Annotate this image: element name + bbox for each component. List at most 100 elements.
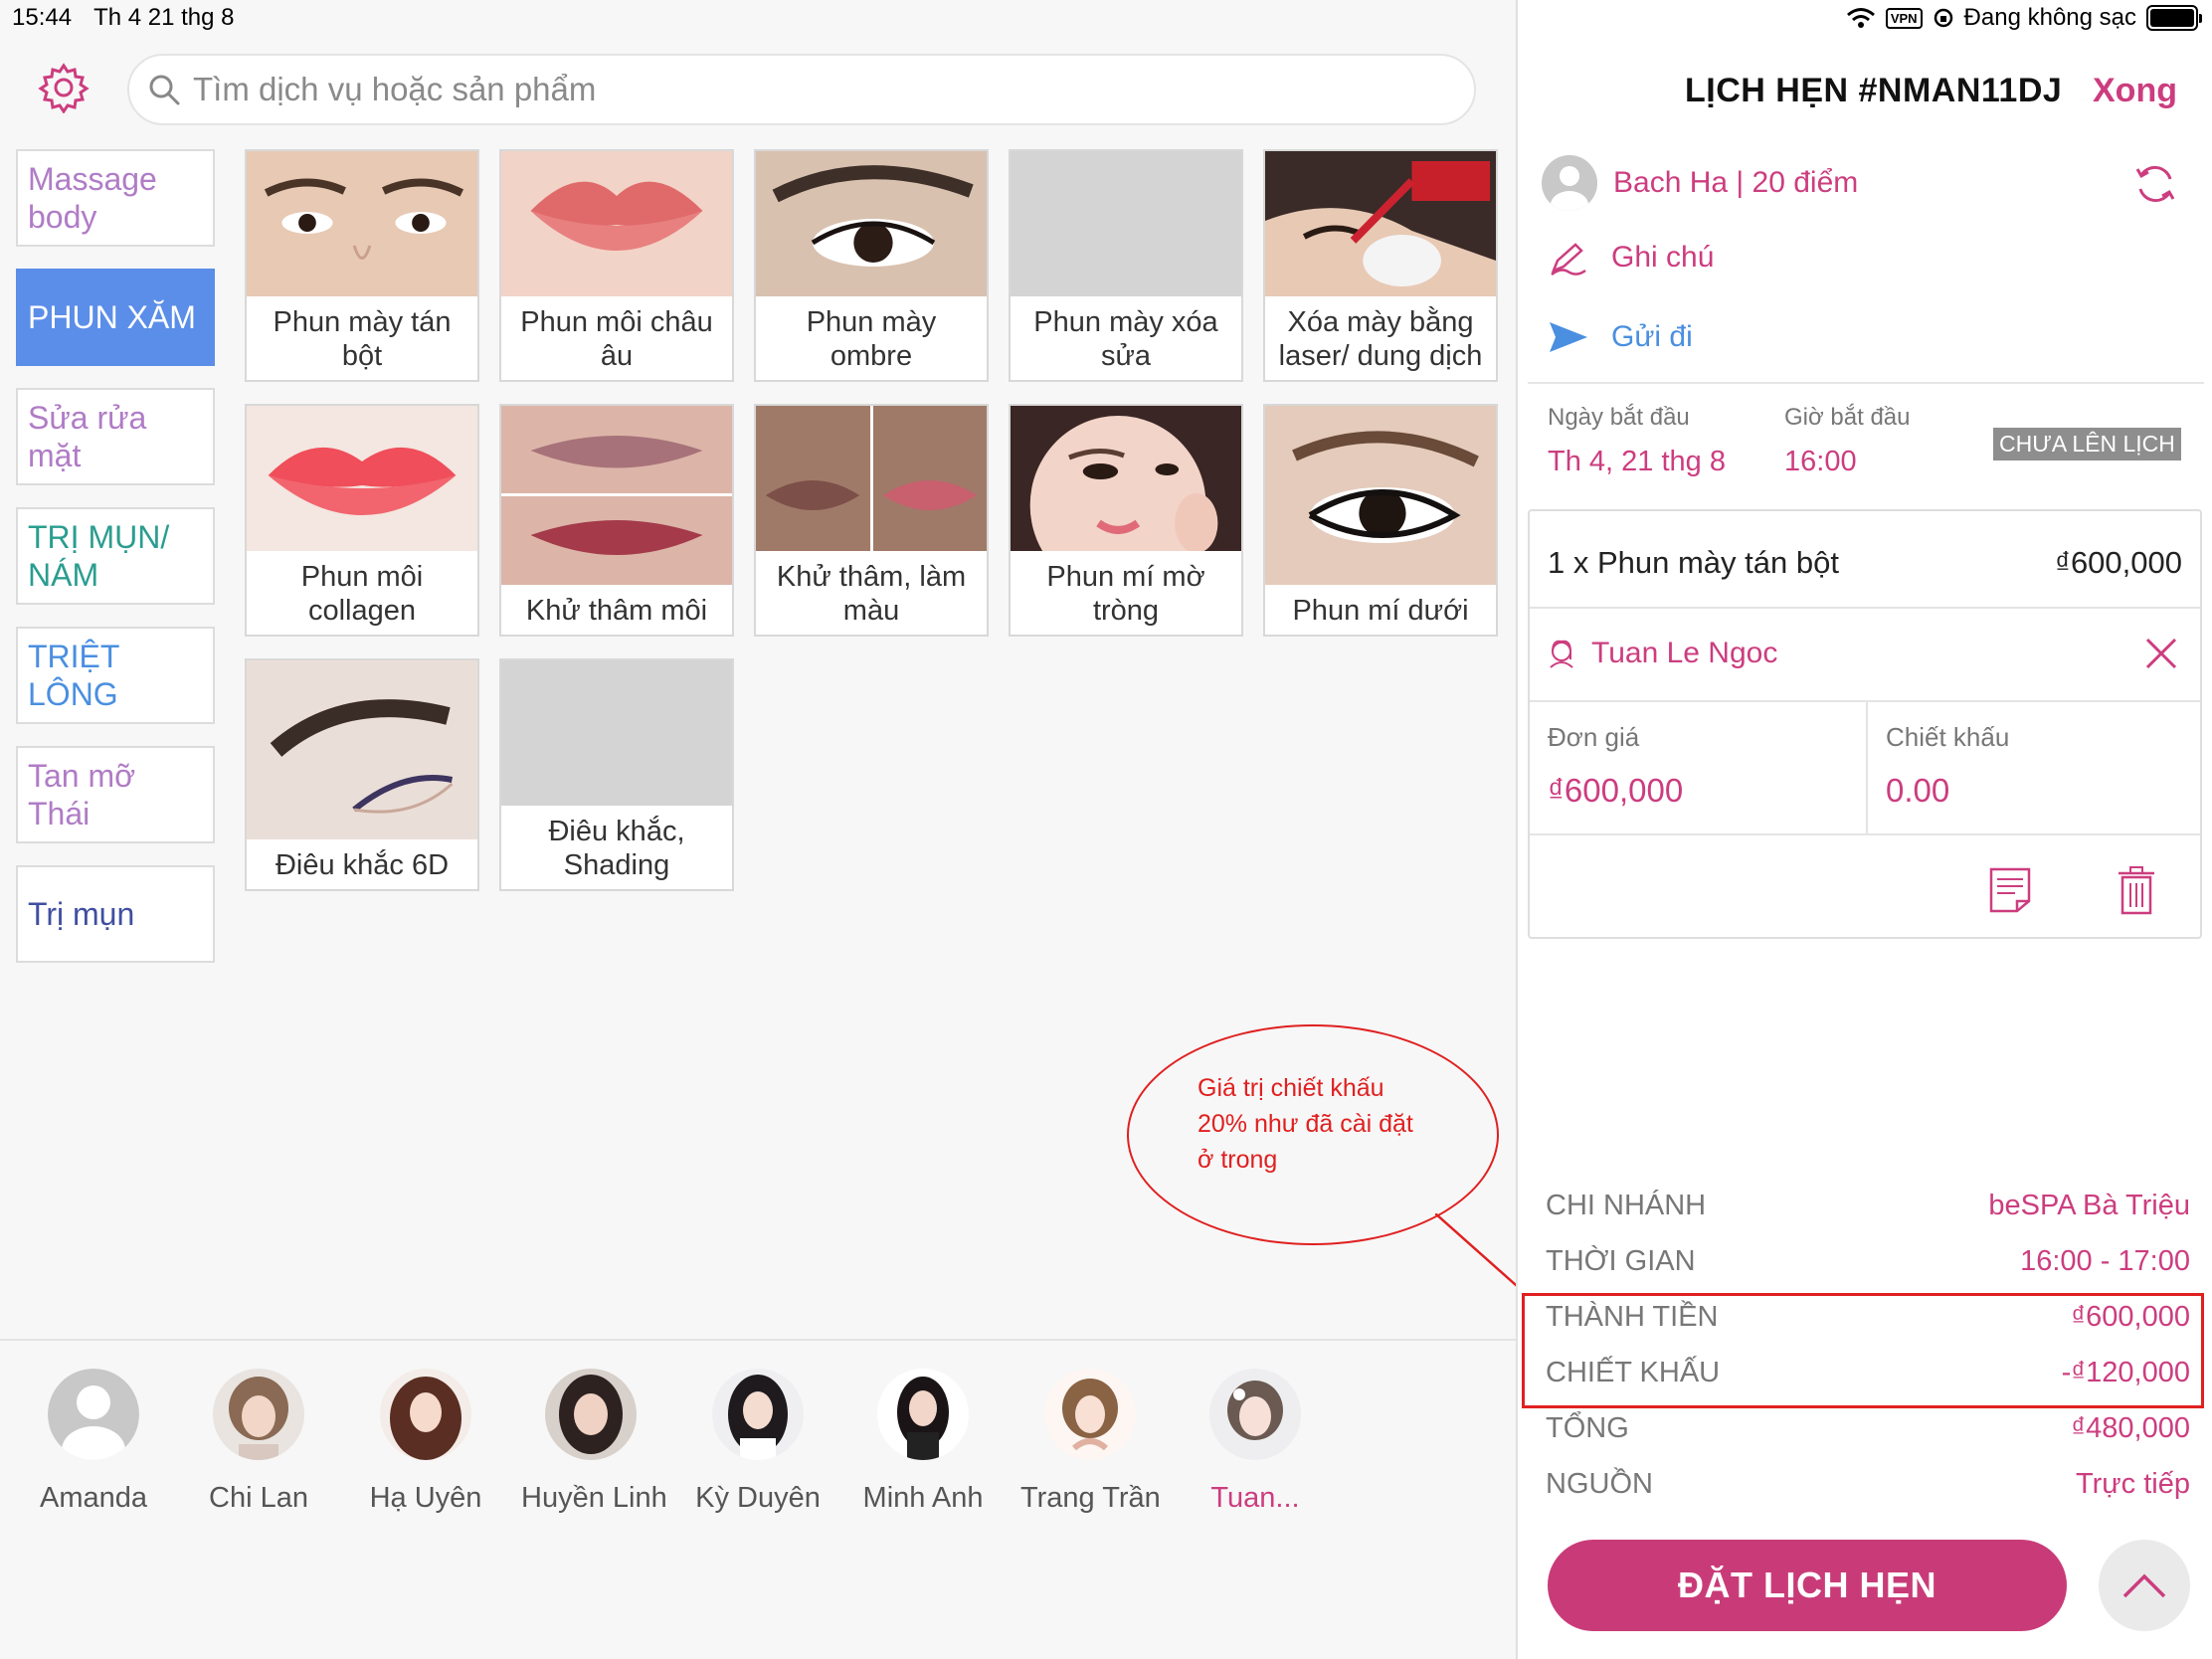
- category-tan-mo-thai[interactable]: Tan mỡ Thái: [16, 746, 215, 843]
- summary-value[interactable]: beSPA Bà Triệu: [1988, 1190, 2190, 1222]
- done-button[interactable]: Xong: [2093, 72, 2177, 110]
- annotation-text: Giá trị chiết khấu 20% như đã cài đặt ở …: [1198, 1070, 1413, 1178]
- service-tile-phun-may-tan-bot[interactable]: Phun mày tán bột: [245, 149, 479, 382]
- staff-ha-uyen[interactable]: Hạ Uyên: [356, 1369, 495, 1515]
- status-time: 15:44: [12, 4, 73, 31]
- summary-time: THỜI GIAN 16:00 - 17:00: [1546, 1245, 2190, 1278]
- category-label: Trị mụn: [28, 896, 135, 932]
- note-row[interactable]: Ghi chú: [1548, 237, 1714, 278]
- close-icon[interactable]: [2142, 635, 2180, 672]
- gear-icon[interactable]: [38, 62, 90, 113]
- service-tile-phun-moi-collagen[interactable]: Phun môi collagen: [245, 404, 479, 637]
- staff-name: Hạ Uyên: [369, 1482, 482, 1514]
- staff-huyen-linh[interactable]: Huyền Linh: [521, 1369, 667, 1515]
- category-label: TRIỆT LÔNG: [28, 639, 119, 712]
- status-date: Th 4 21 thg 8: [93, 4, 235, 31]
- charging-status: Đang không sạc: [1963, 4, 2136, 31]
- avatar: [1044, 1369, 1136, 1460]
- avatar: [545, 1369, 637, 1460]
- category-label: Sửa rửa mặt: [28, 400, 147, 473]
- staff-ky-duyen[interactable]: Kỳ Duyên: [688, 1369, 828, 1515]
- avatar: [1209, 1369, 1301, 1460]
- summary-value: 16:00 - 17:00: [2020, 1245, 2190, 1277]
- category-label: Massage body: [28, 161, 157, 235]
- category-label: TRỊ MỤN/ NÁM: [28, 519, 170, 593]
- service-tile-khu-tham-moi[interactable]: Khử thâm môi: [499, 404, 734, 637]
- vpn-badge: VPN: [1885, 7, 1923, 29]
- customer-row[interactable]: Bach Ha | 20 điểm: [1542, 155, 1858, 211]
- service-tile-dieu-khac-shading[interactable]: Điêu khắc, Shading: [499, 658, 734, 891]
- category-triet-long[interactable]: TRIỆT LÔNG: [16, 627, 215, 724]
- service-tile-khu-tham-lam-mau[interactable]: Khử thâm, làm màu: [754, 404, 989, 637]
- eye-photo-icon: [756, 151, 987, 296]
- service-label: Phun mày tán bột: [273, 306, 452, 372]
- divider: [1528, 382, 2204, 384]
- service-item-card: 1 x Phun mày tán bột ₫600,000 Tuan Le Ng…: [1528, 509, 2202, 939]
- send-row[interactable]: Gửi đi: [1548, 316, 1693, 358]
- divider: [1530, 833, 2200, 835]
- sync-icon[interactable]: [2132, 161, 2178, 207]
- expand-button[interactable]: [2099, 1540, 2190, 1631]
- staff-name: Minh Anh: [862, 1482, 984, 1514]
- book-appointment-button[interactable]: ĐẶT LỊCH HẸN: [1548, 1540, 2067, 1631]
- no-photo-icon: [501, 660, 732, 806]
- service-label: Phun môi châu âu: [520, 306, 713, 372]
- battery-icon: [2146, 5, 2202, 31]
- item-service-name: 1 x Phun mày tán bột: [1548, 545, 1839, 580]
- service-label: Khử thâm, làm màu: [776, 561, 967, 627]
- staff-tuan[interactable]: Tuan...: [1186, 1369, 1325, 1515]
- wifi-icon: [1846, 8, 1875, 28]
- trash-icon[interactable]: [2117, 865, 2156, 915]
- category-sua-rua-mat[interactable]: Sửa rửa mặt: [16, 388, 215, 485]
- summary-value[interactable]: Trực tiếp: [2076, 1468, 2190, 1501]
- category-tri-mun[interactable]: Trị mụn: [16, 865, 215, 963]
- service-tile-phun-may-ombre[interactable]: Phun mày ombre: [754, 149, 989, 382]
- lips-photo-icon: [501, 151, 732, 296]
- service-tile-phun-moi-chau-au[interactable]: Phun môi châu âu: [499, 149, 734, 382]
- avatar: [213, 1369, 304, 1460]
- technician-name: Tuan Le Ngoc: [1591, 637, 1778, 669]
- service-tile-dieu-khac-6d[interactable]: Điêu khắc 6D: [245, 658, 479, 891]
- category-massage-body[interactable]: Massage body: [16, 149, 215, 247]
- annotation-line: 20% như đã cài đặt: [1198, 1110, 1413, 1138]
- send-icon: [1550, 322, 1587, 352]
- appointment-pane: VPN Đang không sạc LỊCH HẸN #NMAN11DJ Xo…: [1516, 0, 2212, 1659]
- appointment-title: LỊCH HẸN #NMAN11DJ: [1685, 72, 2063, 109]
- search-input[interactable]: [193, 71, 1386, 108]
- avatar: [712, 1369, 804, 1460]
- status-badge: CHƯA LÊN LỊCH: [1993, 428, 2181, 461]
- start-date-label: Ngày bắt đầu: [1548, 404, 1690, 431]
- staff-amanda[interactable]: Amanda: [24, 1369, 163, 1515]
- discount-value[interactable]: 0.00: [1886, 772, 1949, 810]
- service-label: Phun mí mờ tròng: [1046, 561, 1205, 627]
- service-tile-phun-mi-mo-trong[interactable]: Phun mí mờ tròng: [1009, 404, 1243, 637]
- service-label: Điêu khắc, Shading: [548, 816, 685, 881]
- service-tile-xoa-may-laser[interactable]: Xóa mày bằng laser/ dung dịch: [1263, 149, 1498, 382]
- service-tile-phun-mi-duoi[interactable]: Phun mí dưới: [1263, 404, 1498, 637]
- no-photo-icon: [1011, 151, 1241, 296]
- avatar: [380, 1369, 471, 1460]
- note-icon[interactable]: [1987, 865, 2033, 915]
- summary-source: NGUỒN Trực tiếp: [1546, 1468, 2190, 1501]
- start-date-value[interactable]: Th 4, 21 thg 8: [1548, 446, 1726, 478]
- staff-name: Chi Lan: [209, 1482, 308, 1514]
- category-phun-xam[interactable]: PHUN XĂM: [16, 269, 215, 366]
- start-time-value[interactable]: 16:00: [1784, 446, 1857, 478]
- summary-key: NGUỒN: [1546, 1468, 1653, 1500]
- staff-chi-lan[interactable]: Chi Lan: [189, 1369, 328, 1515]
- service-label: Phun mày xóa sửa: [1033, 306, 1218, 372]
- technician-row[interactable]: Tuan Le Ngoc: [1546, 637, 1777, 670]
- unit-price-value[interactable]: ₫600,000: [1548, 772, 1683, 810]
- staff-minh-anh[interactable]: Minh Anh: [853, 1369, 993, 1515]
- unit-price-label: Đơn giá: [1548, 722, 1640, 752]
- service-label: Phun mí dưới: [1292, 595, 1469, 627]
- item-price: ₫600,000: [2055, 545, 2182, 580]
- service-label: Điêu khắc 6D: [275, 849, 450, 881]
- divider: [1866, 700, 1868, 833]
- avatar: [877, 1369, 969, 1460]
- discount-label: Chiết khấu: [1886, 722, 2010, 752]
- service-tile-phun-may-xoa-sua[interactable]: Phun mày xóa sửa: [1009, 149, 1243, 382]
- category-tri-mun-nam[interactable]: TRỊ MỤN/ NÁM: [16, 507, 215, 605]
- staff-trang-tran[interactable]: Trang Trần: [1020, 1369, 1161, 1515]
- search-bar[interactable]: [127, 54, 1476, 125]
